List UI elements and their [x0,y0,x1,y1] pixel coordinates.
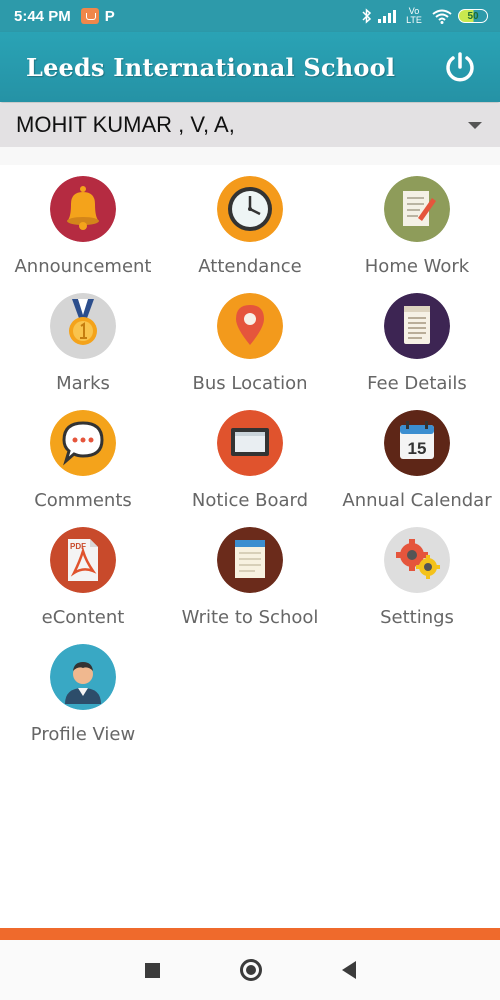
clock-icon [217,176,283,242]
power-button[interactable] [442,49,478,85]
divider-strip [0,147,500,165]
bluetooth-icon [362,8,372,24]
student-name: MOHIT KUMAR , V, A, [16,112,235,137]
menu-label: Write to School [181,607,319,628]
medal-icon [50,293,116,359]
write-notepad-icon [217,527,283,593]
menu-item-comments[interactable]: Comments [0,404,166,521]
menu-item-home-work[interactable]: Home Work [334,170,500,287]
menu-item-bus-location[interactable]: Bus Location [167,287,333,404]
menu-label: Bus Location [192,373,308,394]
menu-label: Home Work [364,256,470,277]
menu-item-settings[interactable]: Settings [334,521,500,638]
circle-icon[interactable] [239,959,262,981]
menu-label: Attendance [198,256,302,277]
menu-label: Fee Details [367,373,467,394]
school-title: Leeds International School [26,52,396,82]
app-bar: Leeds International School [0,32,500,102]
wifi-icon [432,9,452,24]
menu-label: eContent [41,607,125,628]
power-icon [446,52,474,82]
menu-item-notice-board[interactable]: Notice Board [167,404,333,521]
user-icon [50,644,116,710]
menu-item-attendance[interactable]: Attendance [167,170,333,287]
student-selector[interactable]: MOHIT KUMAR , V, A, [0,103,500,147]
calendar-icon: 15 [384,410,450,476]
status-bar: 5:44 PM P Vo LTE 50 [0,0,500,32]
shopping-bag-icon [80,8,99,24]
menu-item-annual-calendar[interactable]: 15 Annual Calendar [334,404,500,521]
app-badge: P [104,7,115,25]
bell-icon [50,176,116,242]
speech-bubble-icon [50,410,116,476]
menu-item-announcement[interactable]: Announcement [0,170,166,287]
system-navigation-bar [0,940,500,1000]
status-time: 5:44 PM [14,7,71,25]
notepad-icon [384,176,450,242]
board-icon [217,410,283,476]
document-icon [384,293,450,359]
gears-icon [384,527,450,593]
menu-item-profile-view[interactable]: Profile View [0,638,166,755]
back-triangle-icon[interactable] [341,961,356,979]
bottom-accent-bar [0,928,500,940]
menu-label: Comments [34,490,132,511]
battery-level: 50 [467,10,479,22]
menu-item-fee-details[interactable]: Fee Details [334,287,500,404]
menu-label: Marks [56,373,110,394]
battery-icon: 50 [458,9,488,23]
signal-icon [378,10,396,23]
menu-label: Announcement [14,256,152,277]
menu-item-write-to-school[interactable]: Write to School [167,521,333,638]
square-icon[interactable] [144,962,160,978]
menu-item-marks[interactable]: Marks [0,287,166,404]
dropdown-arrow-icon [468,121,482,129]
menu-label: Annual Calendar [342,490,492,511]
menu-item-econtent[interactable]: PDF eContent [0,521,166,638]
network-label: Vo LTE [406,6,422,25]
menu-label: Notice Board [191,490,309,511]
map-pin-icon [217,293,283,359]
system-status-icons: Vo LTE 50 [362,7,488,25]
calendar-day: 15 [408,439,427,458]
menu-label: Settings [380,607,454,628]
menu-label: Profile View [30,724,136,745]
pdf-icon: PDF [50,527,116,593]
